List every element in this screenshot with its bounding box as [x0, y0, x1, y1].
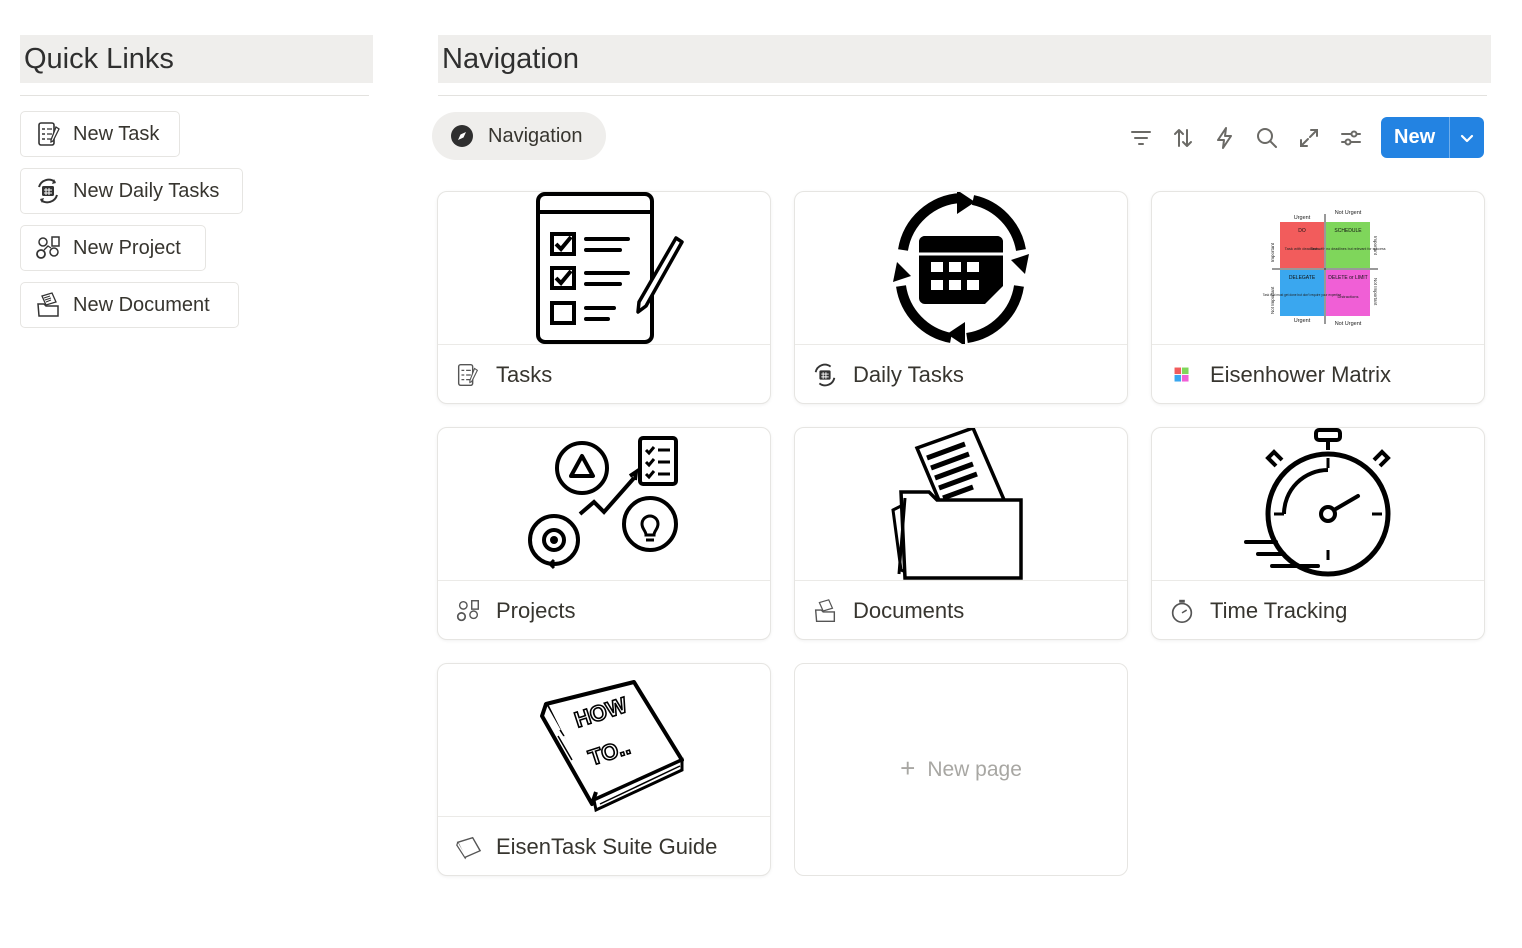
- card-title: Eisenhower Matrix: [1210, 362, 1391, 387]
- time-tracking-cover-image: [1152, 428, 1484, 581]
- card-title: Documents: [853, 598, 965, 623]
- expand-icon[interactable]: [1297, 126, 1321, 150]
- card-time-tracking[interactable]: Time Tracking: [1151, 427, 1485, 640]
- new-task-label: New Task: [73, 122, 160, 145]
- daily-tasks-cover-image: [795, 192, 1127, 345]
- new-daily-tasks-label: New Daily Tasks: [73, 179, 220, 202]
- new-document-button[interactable]: New Document: [20, 282, 239, 328]
- folder-documents-icon: [37, 292, 59, 317]
- sort-icon[interactable]: [1171, 126, 1195, 150]
- new-page-label: New page: [927, 757, 1022, 781]
- card-footer: EisenTask Suite Guide: [438, 817, 770, 875]
- card-title: Time Tracking: [1210, 598, 1348, 623]
- svg-text:Urgent: Urgent: [1294, 215, 1311, 221]
- quick-links-divider: [20, 95, 369, 96]
- stopwatch-icon: [1244, 428, 1391, 577]
- new-project-button[interactable]: New Project: [20, 225, 206, 271]
- chevron-down-icon[interactable]: [1450, 129, 1484, 147]
- search-icon[interactable]: [1255, 126, 1279, 150]
- card-projects[interactable]: Projects: [437, 427, 771, 640]
- new-button[interactable]: New: [1381, 117, 1484, 158]
- compass-icon: [451, 125, 473, 147]
- project-icon: [456, 600, 479, 622]
- card-eisenhower-matrix[interactable]: Urgent Not Urgent DO SCHEDULE DELEGATE D…: [1151, 191, 1485, 404]
- card-documents[interactable]: Documents: [794, 427, 1128, 640]
- tasks-cover-image: [438, 192, 770, 345]
- project-icon: [528, 436, 678, 570]
- calendar-cycle-icon: [893, 192, 1029, 344]
- card-daily-tasks[interactable]: Daily Tasks: [794, 191, 1128, 404]
- settings-sliders-icon[interactable]: [1339, 126, 1363, 150]
- new-page-button[interactable]: + New page: [794, 663, 1128, 876]
- navigation-divider: [438, 95, 1487, 96]
- svg-text:Urgent: Urgent: [1294, 318, 1311, 324]
- eisenhower-matrix-cover-image: Urgent Not Urgent DO SCHEDULE DELEGATE D…: [1152, 192, 1484, 345]
- card-footer: Daily Tasks: [795, 345, 1127, 403]
- matrix-image: Urgent Not Urgent DO SCHEDULE DELEGATE D…: [1263, 210, 1386, 327]
- navigation-view-label: Navigation: [488, 124, 583, 147]
- svg-text:Important: Important: [1373, 236, 1378, 256]
- svg-text:DO: DO: [1298, 228, 1306, 234]
- guide-cover-image: HOW TO..: [438, 664, 770, 817]
- card-title: Tasks: [496, 362, 553, 387]
- filter-icon[interactable]: [1129, 126, 1153, 150]
- svg-text:DELEGATE: DELEGATE: [1289, 275, 1316, 281]
- stopwatch-icon: [1171, 599, 1193, 624]
- folder-documents-icon: [891, 428, 1023, 580]
- folder-documents-icon: [814, 599, 836, 622]
- plus-icon: +: [900, 752, 916, 783]
- svg-text:Not Urgent: Not Urgent: [1335, 321, 1362, 327]
- svg-text:Not Important: Not Important: [1373, 278, 1378, 306]
- card-title: Projects: [496, 598, 576, 623]
- card-footer: Time Tracking: [1152, 581, 1484, 639]
- new-task-button[interactable]: New Task: [20, 111, 180, 157]
- svg-text:Not Important: Not Important: [1270, 286, 1275, 314]
- card-title: EisenTask Suite Guide: [496, 834, 718, 859]
- card-footer: Projects: [438, 581, 770, 639]
- how-to-book-icon: [456, 836, 482, 860]
- svg-text:SCHEDULE: SCHEDULE: [1334, 228, 1362, 234]
- matrix-icon: [1174, 367, 1189, 382]
- new-button-label: New: [1394, 126, 1436, 148]
- card-footer: Tasks: [438, 345, 770, 403]
- lightning-icon[interactable]: [1213, 126, 1237, 150]
- navigation-heading: Navigation: [438, 35, 1491, 83]
- new-project-label: New Project: [73, 236, 181, 259]
- calendar-cycle-icon: [814, 363, 836, 387]
- card-eisentask-suite-guide[interactable]: HOW TO.. EisenTask Suite Guide: [437, 663, 771, 876]
- calendar-cycle-icon: [38, 178, 58, 204]
- task-list-icon: [457, 364, 479, 386]
- new-document-label: New Document: [73, 293, 210, 316]
- svg-text:Not Urgent: Not Urgent: [1335, 210, 1362, 216]
- svg-text:Distractions: Distractions: [1338, 294, 1359, 299]
- task-list-icon: [536, 192, 684, 344]
- projects-cover-image: [438, 428, 770, 581]
- navigation-view-tab[interactable]: Navigation: [432, 112, 606, 160]
- svg-text:Important: Important: [1270, 242, 1275, 262]
- new-daily-tasks-button[interactable]: New Daily Tasks: [20, 168, 243, 214]
- card-title: Daily Tasks: [853, 362, 964, 387]
- task-list-icon: [38, 122, 60, 146]
- documents-cover-image: [795, 428, 1127, 581]
- quick-links-heading: Quick Links: [20, 35, 373, 83]
- project-icon: [36, 236, 60, 259]
- how-to-book-icon: HOW TO..: [540, 680, 684, 813]
- card-footer: Documents: [795, 581, 1127, 639]
- card-tasks[interactable]: Tasks: [437, 191, 771, 404]
- svg-text:DELETE or LIMIT: DELETE or LIMIT: [1328, 275, 1367, 281]
- card-footer: Eisenhower Matrix: [1152, 345, 1484, 403]
